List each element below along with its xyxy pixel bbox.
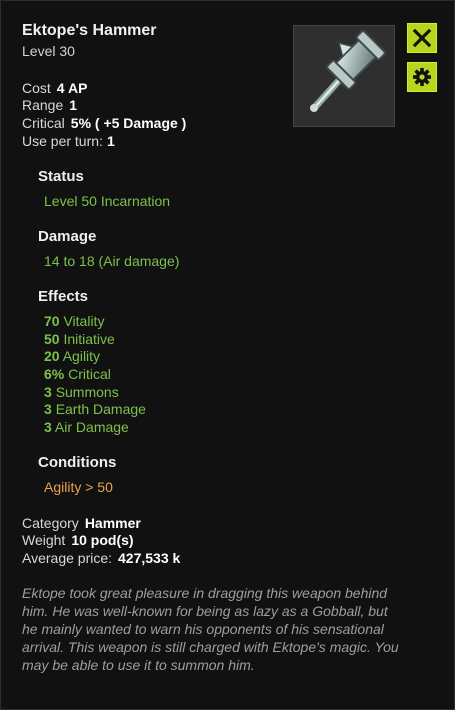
effect-label: Agility	[62, 348, 101, 364]
effect-label: Summons	[55, 384, 119, 400]
use-per-turn-row: Use per turn: 1	[22, 133, 115, 149]
use-per-turn-value: 1	[106, 133, 115, 149]
effect-item: 3 Air Damage	[44, 419, 129, 435]
damage-value-text: 14 to 18 (Air damage)	[44, 253, 180, 269]
category-row: Category Hammer	[22, 515, 141, 531]
range-row: Range 1	[22, 97, 77, 113]
category-value: Hammer	[84, 515, 141, 531]
damage-value: 14 to 18 (Air damage)	[44, 253, 179, 269]
condition-value: Agility > 50	[44, 479, 113, 495]
use-per-turn-label: Use per turn:	[22, 133, 103, 149]
gear-icon	[413, 68, 431, 86]
settings-button[interactable]	[407, 62, 437, 92]
effect-item: 3 Summons	[44, 384, 119, 400]
effect-value: 20	[44, 348, 60, 364]
effect-value: 3	[44, 401, 52, 417]
effect-value: 3	[44, 384, 52, 400]
range-value: 1	[69, 97, 78, 113]
item-tooltip-panel: Ektope's Hammer Level 30 Cost 4 AP Range…	[0, 0, 455, 710]
close-button[interactable]	[407, 23, 437, 53]
item-level: Level 30	[22, 43, 75, 59]
effect-value: 70	[44, 313, 60, 329]
cost-label: Cost	[22, 80, 51, 96]
item-description: Ektope took great pleasure in dragging t…	[22, 585, 399, 673]
damage-title: Damage	[38, 228, 97, 245]
item-image	[293, 25, 395, 127]
effect-label: Vitality	[63, 313, 105, 329]
status-title: Status	[38, 168, 84, 185]
range-label: Range	[22, 97, 64, 113]
weight-value: 10 pod(s)	[71, 532, 134, 548]
effect-item: 70 Vitality	[44, 313, 104, 329]
effect-item: 6% Critical	[44, 366, 111, 382]
critical-value: 5% ( +5 Damage )	[70, 115, 187, 131]
effect-label: Critical	[68, 366, 111, 382]
cost-row: Cost 4 AP	[22, 80, 87, 96]
effect-label: Earth Damage	[55, 401, 146, 417]
effect-value: 3	[44, 419, 52, 435]
effect-value: 6%	[44, 366, 65, 382]
status-value: Level 50 Incarnation	[44, 193, 171, 209]
cost-value: 4 AP	[56, 80, 88, 96]
average-price-value: 427,533 k	[118, 550, 181, 566]
close-icon	[412, 28, 432, 48]
item-name: Ektope's Hammer	[22, 22, 157, 39]
critical-row: Critical 5% ( +5 Damage )	[22, 115, 186, 131]
effect-value: 50	[44, 331, 60, 347]
category-label: Category	[22, 515, 79, 531]
conditions-title: Conditions	[38, 454, 117, 471]
weight-row: Weight 10 pod(s)	[22, 532, 134, 548]
hammer-icon	[310, 30, 386, 112]
effects-title: Effects	[38, 288, 89, 305]
effect-label: Initiative	[63, 331, 115, 347]
critical-label: Critical	[22, 115, 65, 131]
average-price-row: Average price: 427,533 k	[22, 550, 180, 566]
effect-item: 3 Earth Damage	[44, 401, 146, 417]
weight-label: Weight	[22, 532, 66, 548]
effect-item: 50 Initiative	[44, 331, 115, 347]
effect-label: Air Damage	[54, 419, 129, 435]
effect-item: 20 Agility	[44, 348, 100, 364]
average-price-label: Average price:	[22, 550, 113, 566]
